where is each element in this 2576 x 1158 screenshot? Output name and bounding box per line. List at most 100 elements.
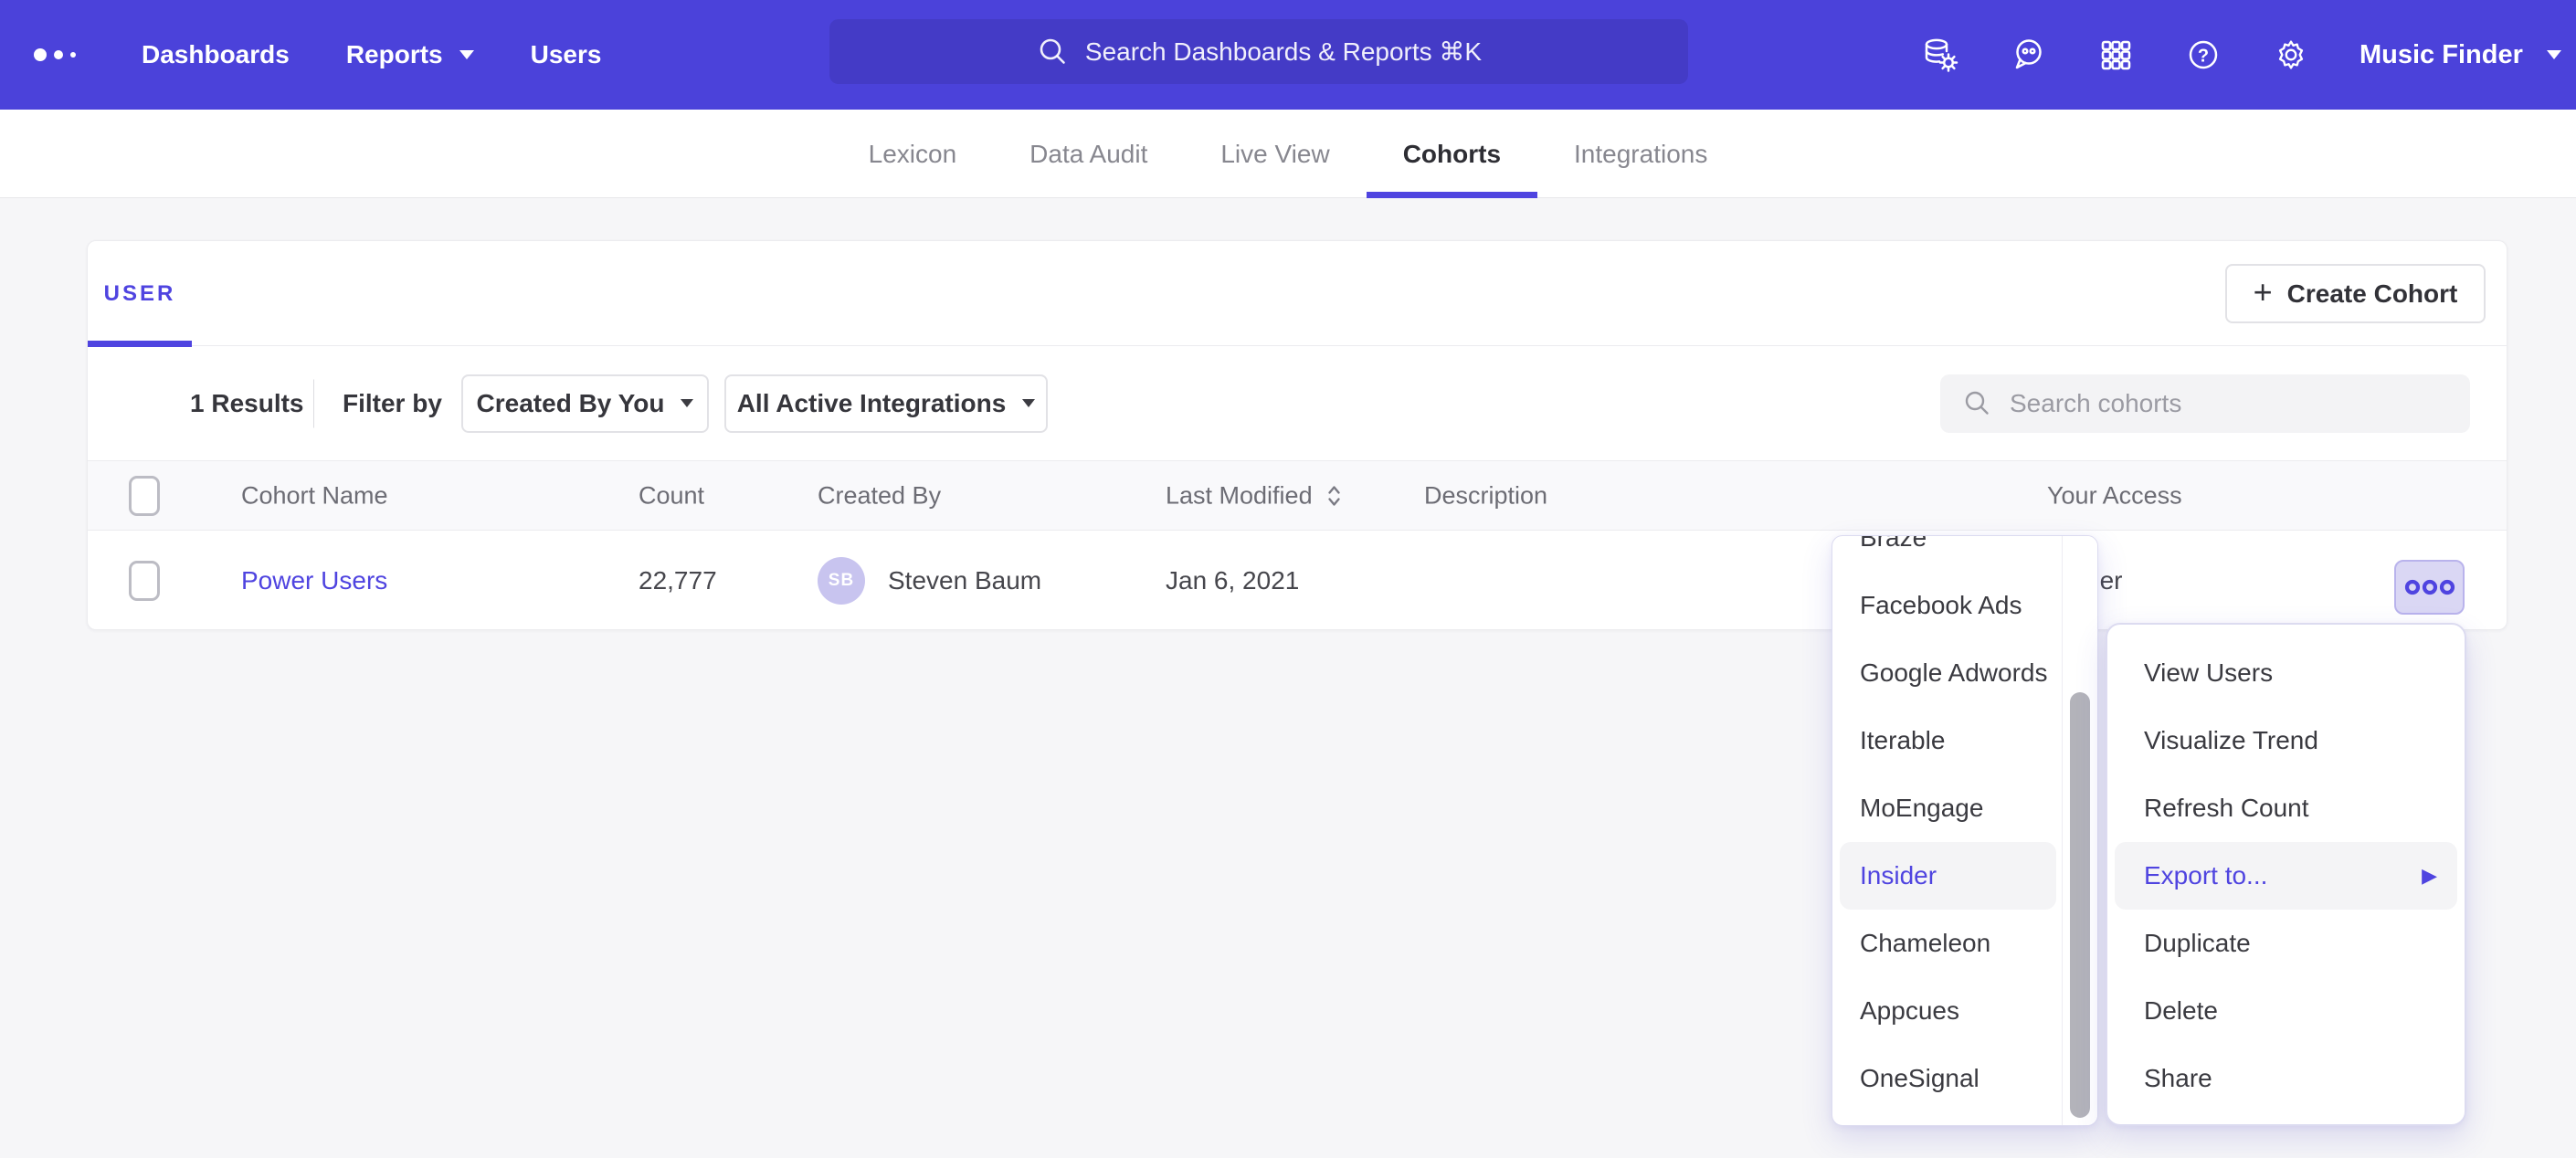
scrollbar-thumb[interactable] — [2070, 692, 2090, 1118]
export-submenu: Braze Facebook Ads Google Adwords Iterab… — [1832, 535, 2098, 1126]
context-menu-item-label: Refresh Count — [2144, 794, 2309, 823]
column-header-your-access: Your Access — [2047, 481, 2182, 510]
top-navbar: Dashboards Reports Users Search Dashboar… — [0, 0, 2576, 110]
context-menu-item-label: Export to... — [2144, 861, 2267, 890]
mixpanel-logo[interactable] — [34, 0, 76, 110]
cohort-type-tab-row: USER + Create Cohort — [88, 241, 2507, 346]
submenu-item-label: Chameleon — [1860, 929, 1990, 958]
integrations-filter-label: All Active Integrations — [737, 389, 1007, 418]
subnav-tab-label: Cohorts — [1403, 140, 1501, 169]
submenu-item-label: OneSignal — [1860, 1064, 1980, 1093]
global-search-bar[interactable]: Search Dashboards & Reports ⌘K — [829, 19, 1688, 84]
context-menu-item-label: Duplicate — [2144, 929, 2251, 958]
submenu-item[interactable]: Insider — [1840, 842, 2056, 910]
context-menu-item[interactable]: Duplicate ▶ — [2115, 910, 2457, 977]
submenu-item-label: Iterable — [1860, 726, 1945, 755]
created-by-filter-dropdown[interactable]: Created By You — [461, 374, 709, 433]
logo-dot — [34, 48, 47, 61]
primary-nav: Dashboards Reports Users — [142, 0, 601, 110]
table-row: Power Users 22,777 SB Steven Baum Jan 6,… — [88, 531, 2507, 631]
submenu-right-arrow-icon: ▶ — [2422, 864, 2437, 888]
column-header-cohort-name: Cohort Name — [241, 481, 388, 510]
subnav-tab[interactable]: Data Audit — [993, 110, 1184, 198]
cohort-search-box — [1940, 374, 2470, 433]
global-search-placeholder: Search Dashboards & Reports ⌘K — [1085, 37, 1482, 67]
row-more-button[interactable] — [2394, 560, 2465, 615]
subnav-tab[interactable]: Live View — [1184, 110, 1366, 198]
nav-item-label: Dashboards — [142, 40, 290, 69]
submenu-item-label: Appcues — [1860, 996, 1959, 1026]
submenu-item[interactable]: Iterable — [1840, 707, 2056, 774]
integrations-filter-dropdown[interactable]: All Active Integrations — [724, 374, 1048, 433]
context-menu-item[interactable]: Share ▶ — [2115, 1045, 2457, 1112]
apps-grid-icon[interactable] — [2096, 36, 2135, 74]
column-header-count: Count — [639, 481, 704, 510]
cohort-count: 22,777 — [639, 566, 717, 595]
cohort-search-input[interactable] — [2010, 389, 2470, 418]
submenu-scrollbar-track[interactable] — [2062, 536, 2097, 1125]
nav-item[interactable]: Users — [531, 40, 602, 69]
filter-row: 1 Results Filter by Created By You All A… — [88, 346, 2507, 460]
svg-text:?: ? — [2198, 47, 2209, 67]
chevron-down-icon — [1022, 399, 1035, 407]
tab-user[interactable]: USER — [88, 241, 192, 346]
logo-dot — [54, 50, 63, 59]
context-menu-item[interactable]: View Users ▶ — [2115, 639, 2457, 707]
last-modified-label: Last Modified — [1166, 481, 1313, 510]
created-by-filter-label: Created By You — [477, 389, 665, 418]
submenu-item[interactable]: MoEngage — [1840, 774, 2056, 842]
column-header-description: Description — [1424, 481, 1547, 510]
subnav-tab[interactable]: Integrations — [1537, 110, 1744, 198]
project-switcher[interactable]: Music Finder — [2360, 0, 2561, 110]
chevron-down-icon — [681, 399, 693, 407]
column-header-last-modified[interactable]: Last Modified — [1166, 481, 1343, 510]
subnav-tab[interactable]: Cohorts — [1367, 110, 1537, 198]
subnav-tab[interactable]: Lexicon — [832, 110, 994, 198]
context-menu-item-label: Delete — [2144, 996, 2218, 1026]
subnav-tab-label: Live View — [1220, 140, 1329, 169]
submenu-item[interactable]: Google Adwords — [1840, 639, 2056, 707]
feedback-bubble-icon[interactable] — [2009, 36, 2047, 74]
context-menu-item[interactable]: Delete ▶ — [2115, 977, 2457, 1045]
context-menu-item-label: Share — [2144, 1064, 2212, 1093]
cohort-name-link[interactable]: Power Users — [241, 566, 387, 595]
submenu-item[interactable]: Appcues — [1840, 977, 2056, 1045]
submenu-item[interactable]: Chameleon — [1840, 910, 2056, 977]
filter-by-label: Filter by — [343, 389, 442, 418]
chevron-down-icon — [2547, 50, 2561, 59]
nav-icon-group: ? — [1921, 0, 2310, 110]
submenu-item-label: Google Adwords — [1860, 658, 2047, 688]
column-header-created-by: Created By — [818, 481, 941, 510]
results-count: 1 Results — [190, 389, 304, 418]
create-cohort-button[interactable]: + Create Cohort — [2225, 264, 2486, 323]
settings-gear-icon[interactable] — [2272, 36, 2310, 74]
submenu-item[interactable]: Braze — [1840, 535, 2056, 572]
subnav-tab-label: Lexicon — [869, 140, 957, 169]
nav-item[interactable]: Reports — [346, 40, 474, 69]
data-management-icon[interactable] — [1921, 36, 1959, 74]
nav-item[interactable]: Dashboards — [142, 40, 290, 69]
logo-dot — [70, 52, 76, 58]
chevron-down-icon — [459, 50, 474, 59]
context-menu-item-label: Visualize Trend — [2144, 726, 2318, 755]
ellipsis-icon — [2403, 576, 2456, 598]
help-icon[interactable]: ? — [2184, 36, 2222, 74]
row-checkbox[interactable] — [129, 561, 160, 601]
search-icon — [1036, 35, 1071, 69]
submenu-item[interactable]: Facebook Ads — [1840, 572, 2056, 639]
created-by-name: Steven Baum — [888, 566, 1041, 595]
context-menu-item[interactable]: Refresh Count ▶ — [2115, 774, 2457, 842]
submenu-item-label: MoEngage — [1860, 794, 1983, 823]
last-modified-value: Jan 6, 2021 — [1166, 566, 1299, 595]
submenu-item-label: Insider — [1860, 861, 1937, 890]
secondary-nav: Lexicon Data Audit Live View Cohorts Int… — [0, 110, 2576, 198]
export-submenu-list: Braze Facebook Ads Google Adwords Iterab… — [1832, 535, 2064, 1112]
vertical-divider — [313, 379, 314, 427]
context-menu-item[interactable]: Export to... ▶ — [2115, 842, 2457, 910]
context-menu-item-label: View Users — [2144, 658, 2273, 688]
avatar: SB — [818, 557, 865, 605]
nav-item-label: Reports — [346, 40, 443, 69]
submenu-item[interactable]: OneSignal — [1840, 1045, 2056, 1112]
context-menu-item[interactable]: Visualize Trend ▶ — [2115, 707, 2457, 774]
select-all-checkbox[interactable] — [129, 476, 160, 516]
